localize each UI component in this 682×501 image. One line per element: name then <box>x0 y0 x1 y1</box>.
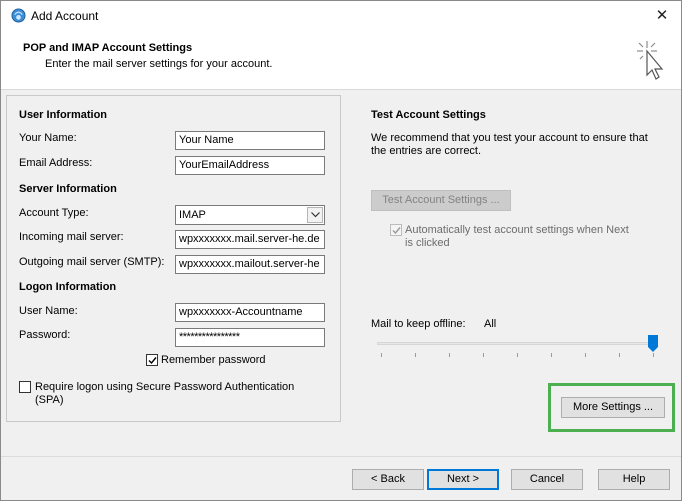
account-type-value: IMAP <box>179 209 206 221</box>
offline-value: All <box>484 318 497 330</box>
slider-tick <box>585 353 586 357</box>
password-input[interactable]: **************** <box>175 328 325 347</box>
slider-tick <box>653 353 654 357</box>
more-settings-button[interactable]: More Settings ... <box>561 397 665 418</box>
add-account-dialog: Add Account ✕ POP and IMAP Account Setti… <box>0 0 682 501</box>
outlook-account-icon <box>11 8 26 23</box>
slider-tick <box>449 353 450 357</box>
offline-label: Mail to keep offline: <box>371 318 466 330</box>
back-button[interactable]: < Back <box>352 469 424 490</box>
slider-tick <box>415 353 416 357</box>
close-icon[interactable]: ✕ <box>647 3 677 29</box>
test-desc-line2: the entries are correct. <box>371 145 482 157</box>
auto-test-label-line1: Automatically test account settings when… <box>405 224 629 236</box>
auto-test-checkbox[interactable] <box>390 224 402 236</box>
slider-tick <box>381 353 382 357</box>
account-type-select[interactable]: IMAP <box>175 205 325 225</box>
next-button[interactable]: Next > <box>427 469 499 490</box>
your-name-label: Your Name: <box>19 132 77 144</box>
spa-label-line1: Require logon using Secure Password Auth… <box>35 381 295 393</box>
slider-tick <box>551 353 552 357</box>
offline-slider-thumb[interactable] <box>648 335 658 353</box>
help-button[interactable]: Help <box>598 469 670 490</box>
user-name-input[interactable]: wpxxxxxxx-Accountname <box>175 303 325 322</box>
incoming-server-input[interactable]: wpxxxxxxx.mail.server-he.de <box>175 230 325 249</box>
window-title: Add Account <box>31 9 99 23</box>
remember-password-label: Remember password <box>161 354 266 366</box>
logon-information-heading: Logon Information <box>19 281 117 293</box>
page-subtitle: Enter the mail server settings for your … <box>45 58 273 70</box>
server-information-heading: Server Information <box>19 183 117 195</box>
slider-tick <box>483 353 484 357</box>
user-information-heading: User Information <box>19 109 108 121</box>
chevron-down-icon[interactable] <box>307 207 323 223</box>
title-bar: Add Account ✕ <box>1 1 681 31</box>
page-title: POP and IMAP Account Settings <box>23 42 193 54</box>
email-address-label: Email Address: <box>19 157 93 169</box>
dialog-header: POP and IMAP Account Settings Enter the … <box>1 31 681 90</box>
slider-tick <box>517 353 518 357</box>
spa-checkbox[interactable] <box>19 381 31 393</box>
spa-label-line2: (SPA) <box>35 394 64 406</box>
email-address-input[interactable]: YourEmailAddress <box>175 156 325 175</box>
footer-divider <box>1 456 681 457</box>
outgoing-server-input[interactable]: wpxxxxxxx.mailout.server-he <box>175 255 325 274</box>
offline-slider-track[interactable] <box>377 342 657 345</box>
outgoing-server-label: Outgoing mail server (SMTP): <box>19 256 165 268</box>
test-account-heading: Test Account Settings <box>371 109 486 121</box>
user-name-label: User Name: <box>19 305 78 317</box>
auto-test-label-line2: is clicked <box>405 237 450 249</box>
cancel-button[interactable]: Cancel <box>511 469 583 490</box>
account-type-label: Account Type: <box>19 207 89 219</box>
test-account-settings-button[interactable]: Test Account Settings ... <box>371 190 511 211</box>
password-label: Password: <box>19 329 71 341</box>
your-name-input[interactable]: Your Name <box>175 131 325 150</box>
incoming-server-label: Incoming mail server: <box>19 231 124 243</box>
remember-password-checkbox[interactable] <box>146 354 158 366</box>
slider-tick <box>619 353 620 357</box>
test-desc-line1: We recommend that you test your account … <box>371 132 648 144</box>
cursor-click-icon <box>637 41 664 80</box>
